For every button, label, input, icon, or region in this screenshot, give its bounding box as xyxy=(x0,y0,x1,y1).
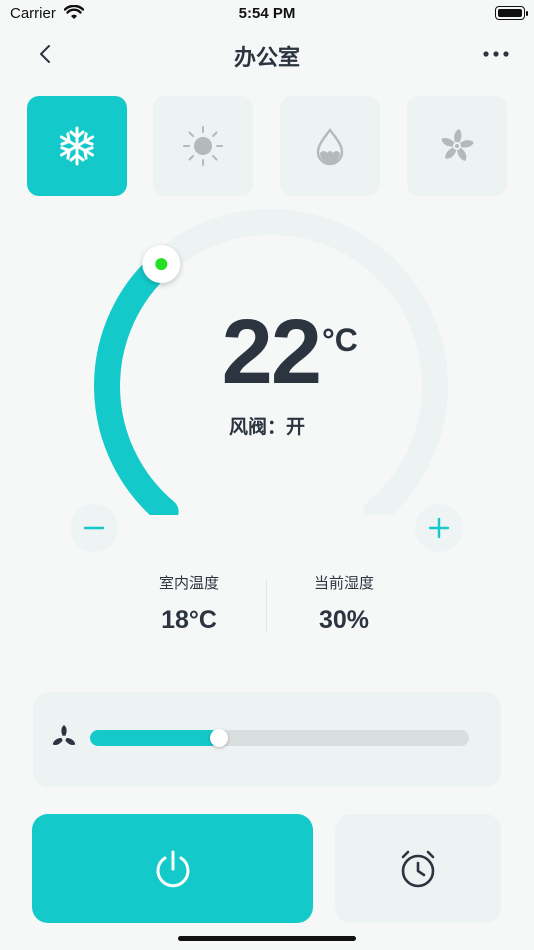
temperature-value: 22 xyxy=(221,301,322,403)
snowflake-icon xyxy=(59,126,95,166)
status-bar: Carrier 5:54 PM xyxy=(0,0,534,28)
fan-speed-icon xyxy=(52,725,76,745)
timer-button[interactable] xyxy=(335,814,501,923)
power-icon xyxy=(156,850,189,887)
power-button[interactable] xyxy=(32,814,313,923)
alarm-clock-icon xyxy=(401,850,435,887)
humidity-value: 30% xyxy=(318,606,370,634)
minus-icon xyxy=(83,526,105,530)
home-indicator xyxy=(178,936,356,941)
mode-dehumidify-button[interactable] xyxy=(280,96,380,196)
dial-knob[interactable] xyxy=(142,245,181,284)
fan-speed-slider[interactable] xyxy=(90,730,469,746)
increase-temperature-button[interactable] xyxy=(415,504,463,552)
fan-speed-knob[interactable] xyxy=(209,729,228,747)
dial-fill xyxy=(94,251,179,515)
fan-speed-fill xyxy=(90,730,219,746)
status-time: 5:54 PM xyxy=(238,5,296,22)
more-options-icon[interactable] xyxy=(480,38,512,70)
sun-icon xyxy=(183,126,223,166)
page-title: 办公室 xyxy=(233,45,300,70)
mode-heat-button[interactable] xyxy=(153,96,253,196)
humidity-label: 当前湿度 xyxy=(313,575,374,592)
fan-icon xyxy=(441,129,474,161)
water-drop-icon xyxy=(316,128,344,166)
temperature-unit: °C xyxy=(322,322,358,358)
valve-status: 风阀：开 xyxy=(228,417,305,438)
decrease-temperature-button[interactable] xyxy=(70,504,118,552)
plus-icon xyxy=(428,517,450,539)
mode-cool-button[interactable] xyxy=(27,96,127,196)
mode-fan-button[interactable] xyxy=(407,96,507,196)
battery-icon xyxy=(495,6,528,20)
